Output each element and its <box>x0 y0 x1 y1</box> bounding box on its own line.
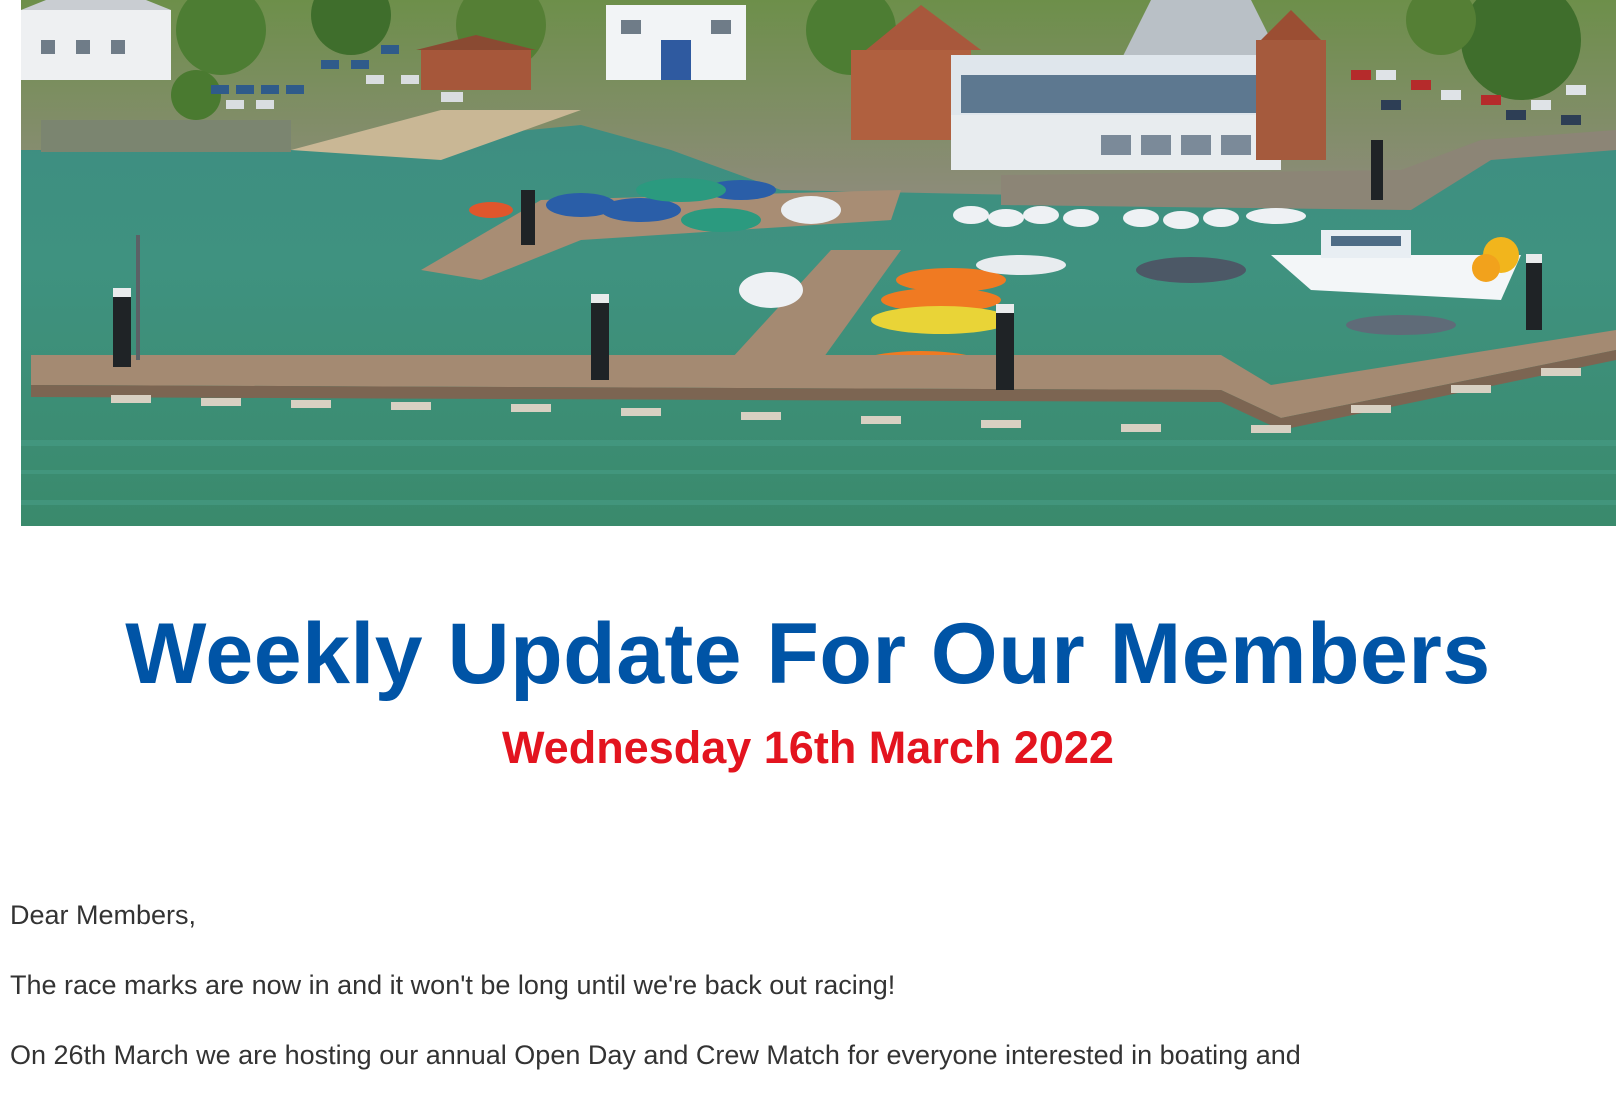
email-page: Weekly Update For Our Members Wednesday … <box>0 0 1616 1109</box>
race-marks-paragraph: The race marks are now in and it won't b… <box>10 970 896 1000</box>
greeting-text: Dear Members, <box>10 900 197 930</box>
newsletter-date: Wednesday 16th March 2022 <box>502 722 1114 773</box>
open-day-paragraph: On 26th March we are hosting our annual … <box>10 1040 1301 1070</box>
newsletter-title: Weekly Update For Our Members <box>125 606 1491 702</box>
email-body: Dear Members, The race marks are now in … <box>10 890 1600 1080</box>
marina-photo-icon <box>21 0 1616 526</box>
header-marina-image <box>21 0 1616 526</box>
